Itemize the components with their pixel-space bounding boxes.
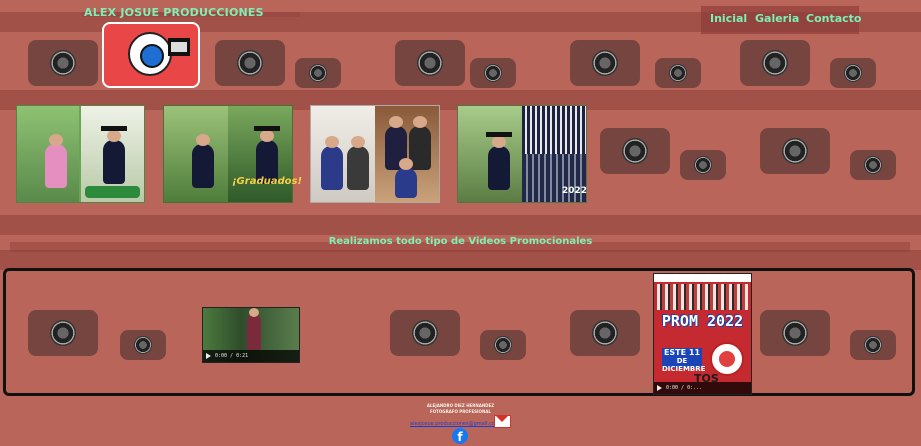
video-controls[interactable]: 0:00 / 0:21 [203, 350, 299, 362]
nav-item-inicial[interactable]: Inicial [710, 12, 747, 25]
graduate-figure [247, 308, 261, 350]
film-icon [168, 38, 190, 56]
school-seal-icon [710, 342, 744, 376]
photo-caption: 2022 [562, 186, 588, 196]
footer-role: FOTOGRAFO PROFESIONAL [430, 409, 491, 414]
group-photo [657, 284, 748, 310]
gallery-photo[interactable]: ¡Graduados! [163, 105, 302, 203]
photo-caption: ¡Graduados! [232, 176, 303, 187]
date-badge: ESTE 11 DE DICIEMBRE [662, 348, 706, 373]
nav-item-contacto[interactable]: Contacto [806, 12, 861, 25]
play-icon[interactable] [657, 385, 662, 391]
gallery-photo[interactable]: 2022 [457, 105, 587, 203]
footer-name: ALEJANDRO DIEZ HERNANDEZ [426, 403, 495, 408]
video-time: 0:00 / 0:... [666, 385, 703, 391]
video-player[interactable]: 0:00 / 0:21 [202, 307, 300, 363]
main-nav: Inicial Galeria Contacto [701, 6, 861, 34]
gallery-photo[interactable] [16, 105, 145, 203]
tagline: Realizamos todo tipo de Videos Promocion… [328, 236, 593, 247]
nav-item-galeria[interactable]: Galeria [755, 12, 799, 25]
camera-lens-icon [128, 32, 172, 76]
videos-container [3, 268, 915, 396]
email-link[interactable]: alexjosue.producciones@gmail.com [410, 421, 500, 427]
video-controls[interactable]: 0:00 / 0:... [654, 382, 751, 394]
video-title: PROM 2022 [661, 312, 744, 330]
gmail-icon[interactable] [494, 415, 511, 428]
video-player[interactable]: PROM 2022 ESTE 11 DE DICIEMBRE TOS 0:00 … [653, 273, 752, 395]
video-time: 0:00 / 0:21 [215, 353, 249, 359]
play-icon[interactable] [206, 353, 211, 359]
brand-title[interactable]: ALEX JOSUE PRODUCCIONES [84, 6, 264, 19]
logo[interactable] [102, 22, 200, 88]
gallery-photo[interactable] [310, 105, 440, 203]
facebook-icon[interactable]: f [452, 428, 468, 444]
